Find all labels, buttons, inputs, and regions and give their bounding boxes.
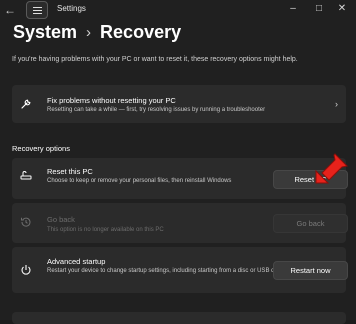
chevron-right-icon: › bbox=[335, 99, 338, 109]
advanced-startup-icon bbox=[20, 264, 32, 276]
fix-problems-description: Resetting can take a while — first, try … bbox=[47, 107, 266, 113]
page-title: Recovery bbox=[100, 22, 182, 42]
reset-pc-title: Reset this PC bbox=[47, 167, 93, 176]
history-icon-svg bbox=[21, 217, 31, 227]
fix-problems-title: Fix problems without resetting your PC bbox=[47, 96, 176, 105]
reset-pc-icon-svg bbox=[20, 171, 32, 180]
minimize-button[interactable]: – bbox=[285, 2, 301, 16]
annotation-arrow-icon bbox=[315, 153, 349, 184]
go-back-button: Go back bbox=[273, 214, 348, 233]
close-button[interactable]: ✕ bbox=[334, 2, 350, 16]
back-arrow-icon[interactable]: ← bbox=[4, 3, 16, 17]
go-back-title: Go back bbox=[47, 215, 75, 224]
advanced-startup-description: Restart your device to change startup se… bbox=[47, 268, 285, 274]
go-back-description: This option is no longer available on th… bbox=[47, 227, 164, 233]
settings-window: ← Settings – □ ✕ System › Recovery If you'… bbox=[0, 0, 356, 324]
maximize-button[interactable]: □ bbox=[311, 2, 327, 16]
advanced-startup-title: Advanced startup bbox=[47, 257, 106, 266]
history-icon bbox=[20, 216, 32, 228]
breadcrumb-parent[interactable]: System bbox=[13, 22, 77, 42]
restart-now-button[interactable]: Restart now bbox=[273, 261, 348, 280]
partial-card bbox=[12, 312, 346, 324]
recovery-options-heading: Recovery options bbox=[12, 144, 70, 153]
reset-pc-card: Reset this PC Choose to keep or remove y… bbox=[12, 158, 348, 199]
fix-problems-card[interactable]: Fix problems without resetting your PC R… bbox=[12, 85, 346, 123]
reset-pc-icon bbox=[20, 170, 32, 182]
intro-text: If you're having problems with your PC o… bbox=[12, 56, 298, 63]
wrench-icon bbox=[20, 98, 32, 110]
wrench-icon-svg bbox=[21, 99, 31, 109]
breadcrumb-separator: › bbox=[86, 24, 92, 41]
advanced-startup-icon-svg bbox=[21, 265, 31, 275]
app-title: Settings bbox=[57, 4, 86, 13]
hamburger-menu-button[interactable] bbox=[26, 1, 48, 19]
menu-line bbox=[33, 7, 42, 8]
menu-line bbox=[33, 10, 42, 11]
title-bar: ← Settings – □ ✕ bbox=[0, 0, 356, 20]
breadcrumb: System › Recovery bbox=[13, 22, 181, 43]
reset-pc-description: Choose to keep or remove your personal f… bbox=[47, 178, 232, 184]
go-back-card: Go back This option is no longer availab… bbox=[12, 203, 348, 243]
advanced-startup-card: Advanced startup Restart your device to … bbox=[12, 247, 348, 293]
menu-line bbox=[33, 13, 42, 14]
